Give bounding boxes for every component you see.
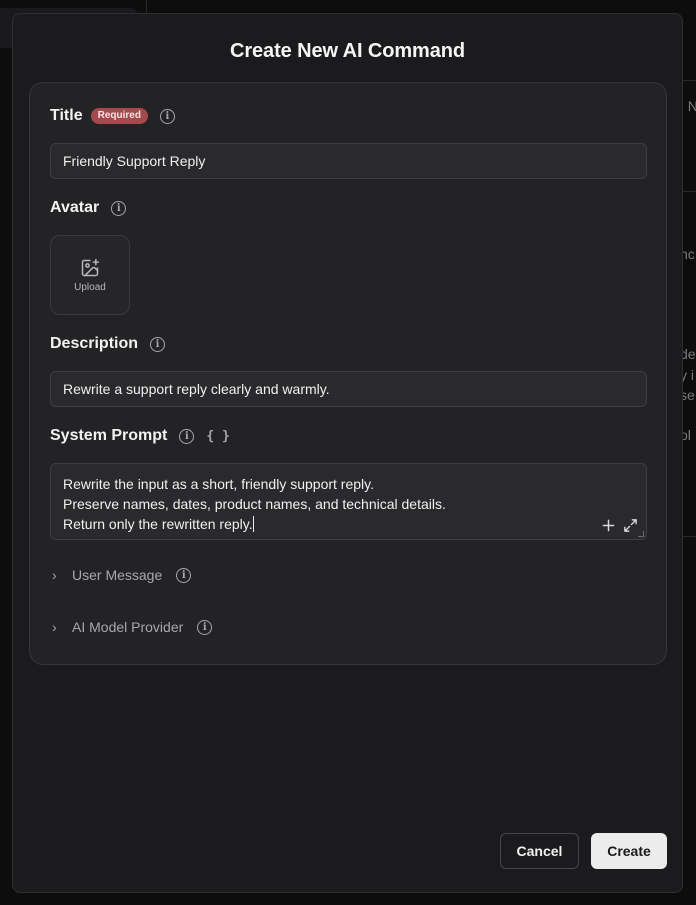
description-label-row: Description i	[50, 333, 166, 355]
info-icon[interactable]: i	[197, 619, 213, 635]
description-label: Description	[50, 335, 139, 352]
system-prompt-label-row: System Prompt i { }	[50, 425, 230, 447]
text-caret	[252, 516, 254, 532]
create-command-dialog: Create New AI Command Title Required i F…	[12, 13, 683, 893]
ai-model-provider-toggle[interactable]: › AI Model Provider i	[52, 617, 213, 637]
system-prompt-label: System Prompt	[50, 427, 168, 444]
info-icon[interactable]: i	[176, 567, 192, 583]
form-card: Title Required i Friendly Support Reply …	[29, 82, 667, 665]
info-icon[interactable]: i	[179, 428, 195, 444]
cancel-button[interactable]: Cancel	[500, 833, 579, 869]
description-input[interactable]: Rewrite a support reply clearly and warm…	[50, 371, 647, 407]
ai-model-provider-label: AI Model Provider	[72, 619, 184, 635]
info-icon[interactable]: i	[111, 200, 127, 216]
avatar-label: Avatar	[50, 199, 100, 216]
textarea-tools	[602, 518, 638, 533]
create-button[interactable]: Create	[591, 833, 667, 869]
dialog-title: Create New AI Command	[230, 40, 465, 62]
resize-handle[interactable]	[638, 531, 644, 537]
chevron-right-icon: ›	[52, 619, 57, 635]
required-badge: Required	[90, 108, 148, 124]
background-divider	[146, 0, 147, 14]
title-label: Title	[50, 107, 83, 124]
expand-icon[interactable]	[623, 518, 638, 533]
chevron-right-icon: ›	[52, 567, 57, 583]
system-prompt-line: Rewrite the input as a short, friendly s…	[63, 476, 375, 492]
user-message-label: User Message	[72, 567, 163, 583]
plus-icon[interactable]	[602, 519, 615, 532]
title-input-value: Friendly Support Reply	[63, 153, 206, 169]
info-icon[interactable]: i	[159, 108, 175, 124]
title-label-row: Title Required i	[50, 105, 175, 127]
upload-label: Upload	[74, 281, 106, 293]
info-icon[interactable]: i	[150, 336, 166, 352]
system-prompt-line-last: Return only the rewritten reply.	[63, 514, 634, 534]
variables-icon[interactable]: { }	[206, 429, 229, 444]
avatar-upload-button[interactable]: Upload	[50, 235, 130, 315]
avatar-label-row: Avatar i	[50, 197, 127, 219]
system-prompt-line: Return only the rewritten reply.	[63, 516, 253, 532]
system-prompt-line: Preserve names, dates, product names, an…	[63, 496, 446, 512]
system-prompt-textarea[interactable]: Rewrite the input as a short, friendly s…	[50, 463, 647, 540]
image-plus-icon	[81, 258, 100, 276]
description-input-value: Rewrite a support reply clearly and warm…	[63, 381, 330, 397]
title-input[interactable]: Friendly Support Reply	[50, 143, 647, 179]
user-message-toggle[interactable]: › User Message i	[52, 565, 192, 585]
